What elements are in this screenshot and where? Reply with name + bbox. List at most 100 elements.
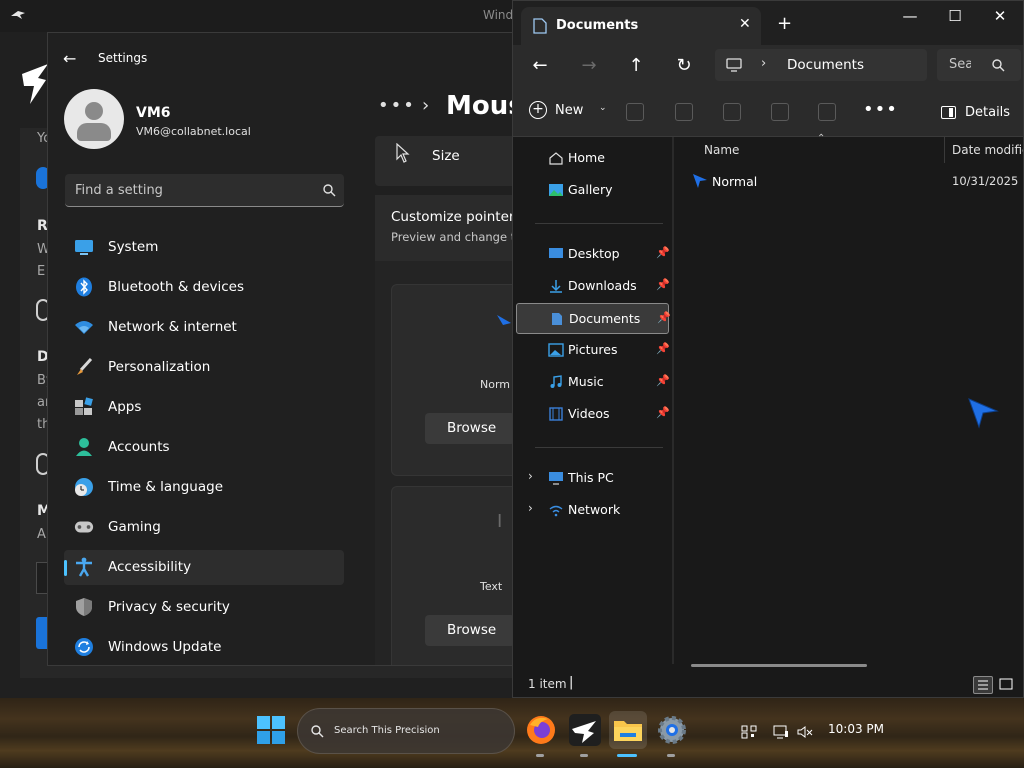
qr-code-icon[interactable]: [741, 725, 757, 739]
nav-label: Documents: [569, 311, 641, 326]
search-icon: [323, 184, 336, 197]
sidebar-item-gaming[interactable]: Gaming: [64, 510, 344, 545]
address-bar[interactable]: › Documents: [715, 49, 927, 81]
close-tab-icon[interactable]: ✕: [739, 16, 751, 32]
update-icon: [74, 637, 94, 657]
chevron-right-icon[interactable]: ›: [528, 469, 533, 483]
column-header-name[interactable]: Name: [704, 143, 739, 157]
browse-button[interactable]: Browse: [425, 413, 515, 444]
horizontal-scrollbar[interactable]: [691, 664, 867, 667]
browse-button[interactable]: Browse: [425, 615, 515, 646]
maximize-icon[interactable]: ☐: [940, 7, 970, 25]
pc-icon: [549, 472, 563, 485]
eagle-app-icon: [11, 11, 25, 19]
nav-item-gallery[interactable]: Gallery: [516, 175, 669, 206]
more-options-icon[interactable]: •••: [863, 99, 898, 120]
column-header: ⌃ Name Date modified: [674, 133, 1023, 165]
nav-item-music[interactable]: Music 📌: [516, 367, 670, 398]
network-status-icon[interactable]: [773, 725, 789, 739]
background-window-title: Wind: [483, 8, 514, 22]
sidebar-item-windows-update[interactable]: Windows Update: [64, 630, 344, 665]
nav-item-downloads[interactable]: Downloads 📌: [516, 271, 670, 302]
nav-label: Network: [568, 502, 621, 517]
page-title: Mous: [446, 91, 517, 121]
sidebar-item-label: Personalization: [108, 359, 211, 375]
file-row[interactable]: Normal 10/31/2025 10: [674, 167, 1023, 195]
sidebar-item-bluetooth[interactable]: Bluetooth & devices: [64, 270, 344, 305]
pin-icon[interactable]: 📌: [656, 278, 670, 291]
taskbar: Search This Precision 10:03 PM: [0, 698, 1024, 768]
pin-icon[interactable]: 📌: [657, 311, 671, 324]
sidebar-item-network[interactable]: Network & internet: [64, 310, 344, 345]
pin-icon[interactable]: 📌: [656, 246, 670, 259]
breadcrumb-more-button[interactable]: •••: [378, 95, 416, 116]
search-input[interactable]: Search: [937, 49, 1021, 81]
share-icon[interactable]: [818, 103, 836, 121]
sidebar-item-privacy[interactable]: Privacy & security: [64, 590, 344, 625]
nav-item-desktop[interactable]: Desktop 📌: [516, 239, 670, 270]
nav-item-pictures[interactable]: Pictures 📌: [516, 335, 670, 366]
tab-documents[interactable]: Documents ✕: [521, 7, 761, 45]
sidebar-item-time-language[interactable]: Time & language: [64, 470, 344, 505]
clock[interactable]: 10:03 PM: [828, 722, 884, 736]
sidebar-item-accessibility[interactable]: Accessibility: [64, 550, 344, 585]
windows-start-icon[interactable]: [256, 715, 286, 745]
firefox-icon[interactable]: [522, 711, 560, 757]
new-tab-icon[interactable]: +: [777, 13, 792, 34]
navigation-pane: Home Gallery Desktop 📌 Downloads 📌 Docum…: [513, 137, 673, 664]
up-arrow-icon[interactable]: ↑: [626, 55, 646, 76]
taskbar-search[interactable]: Search This Precision: [297, 708, 515, 754]
details-view-button[interactable]: [973, 676, 993, 694]
paste-icon[interactable]: [723, 103, 741, 121]
column-header-date[interactable]: Date modified: [952, 143, 1023, 157]
sidebar-item-system[interactable]: System: [64, 230, 344, 265]
close-icon[interactable]: ✕: [985, 7, 1015, 25]
nav-label: Home: [568, 150, 605, 165]
sidebar-item-accounts[interactable]: Accounts: [64, 430, 344, 465]
cursor-icon: [396, 143, 410, 163]
nav-label: This PC: [568, 470, 614, 485]
settings-icon[interactable]: [653, 711, 691, 757]
pictures-icon: [548, 343, 564, 357]
size-setting-card[interactable]: Size: [375, 136, 516, 186]
sidebar-item-label: Windows Update: [108, 639, 222, 655]
nav-item-home[interactable]: Home: [516, 143, 669, 174]
pin-icon[interactable]: 📌: [656, 342, 670, 355]
tiles-view-button[interactable]: [997, 676, 1017, 694]
copy-icon[interactable]: [675, 103, 693, 121]
volume-muted-icon[interactable]: [797, 725, 813, 739]
back-arrow-icon[interactable]: ←: [63, 49, 76, 68]
eagle-app-icon[interactable]: [566, 711, 604, 757]
cut-icon[interactable]: [626, 103, 644, 121]
nav-item-network[interactable]: › Network: [516, 495, 669, 526]
forward-arrow-icon[interactable]: →: [579, 55, 599, 76]
sidebar-item-personalization[interactable]: Personalization: [64, 350, 344, 385]
pane-splitter[interactable]: [672, 137, 674, 664]
column-separator[interactable]: [944, 137, 945, 163]
nav-item-videos[interactable]: Videos 📌: [516, 399, 670, 430]
nav-item-this-pc[interactable]: › This PC: [516, 463, 669, 494]
pointer-label: Norm: [480, 378, 511, 391]
shield-icon: [74, 597, 94, 617]
refresh-icon[interactable]: ↻: [674, 55, 694, 76]
sidebar-item-label: Accounts: [108, 439, 170, 455]
sidebar-item-apps[interactable]: Apps: [64, 390, 344, 425]
search-input[interactable]: Find a setting: [65, 174, 344, 207]
file-explorer-icon[interactable]: [609, 711, 647, 757]
customize-pointer-card: Customize pointer i Preview and change t…: [375, 195, 517, 261]
minimize-icon[interactable]: —: [895, 7, 925, 25]
pin-icon[interactable]: 📌: [656, 406, 670, 419]
search-placeholder: Search: [949, 57, 971, 72]
nav-item-documents[interactable]: Documents 📌: [516, 303, 671, 334]
avatar[interactable]: [64, 89, 124, 149]
back-arrow-icon[interactable]: ←: [530, 55, 550, 76]
bluetooth-icon: [74, 277, 94, 297]
search-placeholder: Search This Precision: [334, 725, 440, 736]
customize-subtitle: Preview and change th: [391, 230, 517, 244]
address-segment[interactable]: Documents: [787, 57, 864, 73]
chevron-right-icon[interactable]: ›: [528, 501, 533, 515]
eagle-logo-icon: [22, 64, 48, 104]
background-titlebar: Wind: [0, 0, 520, 32]
rename-icon[interactable]: [771, 103, 789, 121]
pin-icon[interactable]: 📌: [656, 374, 670, 387]
